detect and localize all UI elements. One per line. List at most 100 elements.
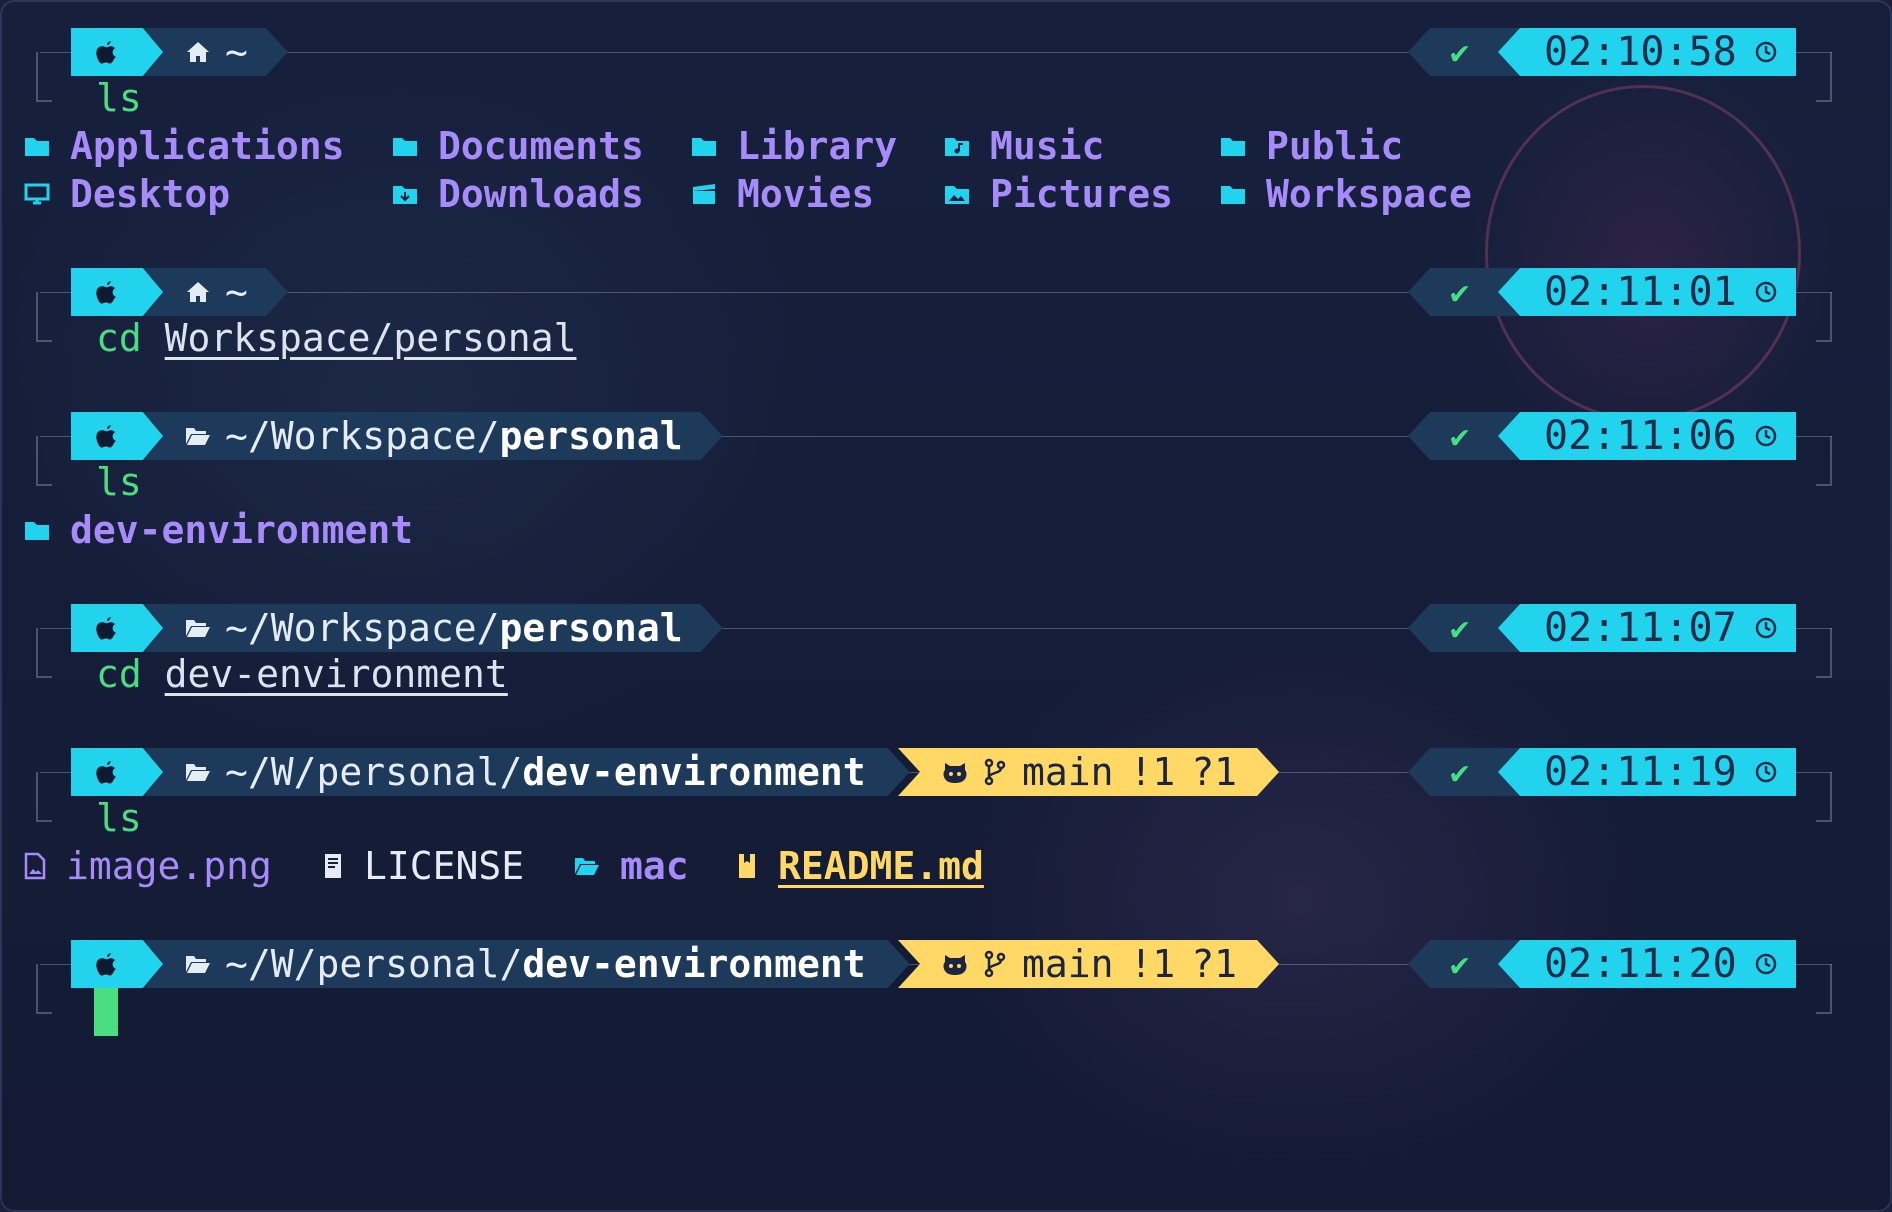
list-item[interactable]: Desktop — [24, 172, 230, 216]
check-icon: ✔ — [1450, 273, 1470, 311]
terminal-window[interactable]: ~ ✔ 02:10:58 ls Applications Documents L… — [0, 0, 1892, 1212]
prompt-line: ~ ✔ 02:11:01 — [0, 268, 1892, 342]
directory-path: ~ — [225, 270, 248, 314]
apple-icon — [96, 617, 116, 640]
time-segment: 02:11:07 — [1498, 604, 1796, 652]
license-file-icon — [325, 854, 341, 878]
time-segment: 02:10:58 — [1498, 28, 1796, 76]
movie-folder-icon — [693, 184, 715, 204]
prompt-line: ~/Workspace/personal ✔ 02:11:06 — [0, 412, 1892, 486]
prompt-time: 02:10:58 — [1544, 29, 1737, 75]
list-item[interactable]: Downloads — [392, 172, 644, 216]
folder-icon — [1221, 186, 1245, 204]
ls-output: dev-environment — [0, 508, 600, 558]
prompt-time: 02:11:19 — [1544, 749, 1737, 795]
list-item[interactable]: LICENSE — [322, 844, 524, 888]
list-item[interactable]: README.md — [736, 844, 984, 888]
git-branch-name: main — [1022, 942, 1114, 986]
list-item[interactable]: dev-environment — [24, 508, 413, 552]
list-item[interactable]: Documents — [392, 124, 644, 168]
open-folder-icon — [185, 426, 211, 446]
command-text: ls — [96, 460, 142, 504]
time-segment: 02:11:01 — [1498, 268, 1796, 316]
directory-path: ~/W/personal/dev-environment — [225, 942, 866, 986]
folder-icon — [692, 138, 716, 156]
list-item[interactable]: Public — [1220, 124, 1403, 168]
list-item[interactable]: image.png — [24, 844, 272, 888]
list-item[interactable]: Pictures — [944, 172, 1173, 216]
clock-icon — [1755, 953, 1776, 975]
apple-icon — [96, 281, 116, 304]
time-segment: 02:11:20 — [1498, 940, 1796, 988]
time-segment: 02:11:19 — [1498, 748, 1796, 796]
apple-icon — [96, 761, 116, 784]
ls-output: Applications Documents Library Music Pub… — [0, 124, 1600, 224]
folder-icon — [25, 138, 49, 156]
git-segment: main !1 ?1 — [898, 940, 1279, 988]
prompt-line: ~/W/personal/dev-environment main !1 ?1 … — [0, 940, 1892, 1014]
folder-icon — [1221, 138, 1245, 156]
apple-icon — [96, 425, 116, 448]
directory-segment: ~/W/personal/dev-environment — [141, 940, 910, 988]
directory-path: ~/W/personal/dev-environment — [225, 750, 866, 794]
directory-path: ~/Workspace/personal — [225, 606, 683, 650]
image-file-icon — [24, 852, 46, 880]
list-item[interactable]: Workspace — [1220, 172, 1472, 216]
desktop-icon — [24, 183, 50, 205]
git-modified-count: !1 — [1129, 942, 1176, 986]
prompt-time: 02:11:01 — [1544, 269, 1737, 315]
command-text: cd dev-environment — [96, 652, 508, 696]
check-icon: ✔ — [1450, 417, 1470, 455]
home-icon — [185, 41, 211, 63]
git-modified-count: !1 — [1129, 750, 1176, 794]
clock-icon — [1755, 41, 1776, 63]
prompt-line: ~/Workspace/personal ✔ 02:11:07 — [0, 604, 1892, 678]
command-text: ls — [96, 76, 142, 120]
branch-icon — [984, 758, 1006, 786]
prompt-time: 02:11:06 — [1544, 413, 1737, 459]
check-icon: ✔ — [1450, 945, 1470, 983]
git-segment: main !1 ?1 — [898, 748, 1279, 796]
directory-path: ~/Workspace/personal — [225, 414, 683, 458]
folder-icon — [25, 522, 49, 540]
terminal-cursor[interactable] — [94, 988, 118, 1036]
command-argument: Workspace/personal — [164, 316, 577, 360]
check-icon: ✔ — [1450, 609, 1470, 647]
list-item[interactable]: Movies — [691, 172, 874, 216]
time-segment: 02:11:06 — [1498, 412, 1796, 460]
clock-icon — [1755, 281, 1776, 303]
folder-icon — [393, 138, 417, 156]
check-icon: ✔ — [1450, 33, 1470, 71]
apple-icon — [96, 953, 116, 976]
directory-segment: ~ — [141, 268, 288, 316]
open-folder-icon — [185, 954, 211, 974]
command-argument: dev-environment — [164, 652, 508, 696]
ls-output: image.png LICENSE mac README.md — [0, 844, 1100, 894]
directory-segment: ~/Workspace/personal — [141, 412, 723, 460]
git-branch-name: main — [1022, 750, 1114, 794]
prompt-line: ~ ✔ 02:10:58 — [0, 28, 1892, 102]
list-item[interactable]: Library — [691, 124, 897, 168]
command-text: cd Workspace/personal — [96, 316, 577, 360]
github-icon — [942, 952, 968, 976]
music-folder-icon — [945, 138, 969, 156]
prompt-time: 02:11:07 — [1544, 605, 1737, 651]
list-item[interactable]: Applications — [24, 124, 345, 168]
command-text: ls — [96, 796, 142, 840]
list-item[interactable]: mac — [574, 844, 689, 888]
branch-icon — [984, 950, 1006, 978]
github-icon — [942, 760, 968, 784]
directory-path: ~ — [225, 30, 248, 74]
apple-icon — [96, 41, 116, 64]
home-icon — [185, 281, 211, 303]
git-untracked-count: ?1 — [1191, 750, 1238, 794]
pictures-folder-icon — [945, 186, 969, 204]
clock-icon — [1755, 425, 1776, 447]
list-item[interactable]: Music — [944, 124, 1104, 168]
prompt-time: 02:11:20 — [1544, 941, 1737, 987]
clock-icon — [1755, 761, 1776, 783]
readme-file-icon — [739, 854, 755, 878]
open-folder-icon — [185, 762, 211, 782]
open-folder-icon — [575, 858, 599, 875]
directory-segment: ~/W/personal/dev-environment — [141, 748, 910, 796]
